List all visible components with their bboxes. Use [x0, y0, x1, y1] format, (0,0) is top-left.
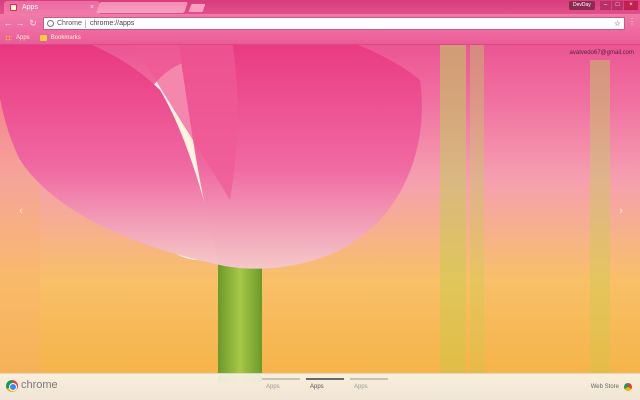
address-bar[interactable]: Chrome chrome://apps ☆	[43, 17, 625, 30]
bookmark-label: Bookmarks	[50, 35, 81, 41]
back-arrow-icon[interactable]: ←	[3, 17, 13, 29]
tab-background[interactable]	[95, 2, 189, 13]
user-email[interactable]: avatvedo67@gmail.com	[570, 50, 634, 56]
chrome-page-icon	[47, 20, 54, 27]
tab-strip: Apps × DevDay – □ ×	[0, 0, 640, 14]
toolbar: ← → ↻ Chrome chrome://apps ☆ ⋮	[0, 14, 640, 32]
chrome-logo-icon	[6, 380, 18, 392]
bookmark-folder[interactable]: Bookmarks	[39, 35, 81, 41]
apps-favicon-icon	[10, 4, 17, 11]
tulip-image	[0, 0, 610, 400]
web-store-link[interactable]: Web Store	[591, 383, 632, 391]
bookmark-apps[interactable]: Apps	[5, 34, 30, 42]
forward-arrow-icon[interactable]: →	[15, 17, 25, 29]
minimize-button[interactable]: –	[600, 1, 611, 10]
page-tab-label: Apps	[354, 384, 368, 390]
profile-button[interactable]: DevDay	[569, 1, 595, 10]
bookmark-star-icon[interactable]: ☆	[614, 19, 621, 28]
bookmarks-bar: Apps Bookmarks	[0, 32, 640, 45]
maximize-button[interactable]: □	[612, 1, 623, 10]
reload-icon[interactable]: ↻	[28, 17, 38, 29]
page-tab-bar	[262, 378, 300, 380]
page-tab[interactable]: Apps	[350, 378, 388, 390]
next-page-arrow-icon[interactable]: ›	[615, 205, 627, 217]
folder-icon	[39, 35, 47, 41]
menu-icon[interactable]: ⋮	[628, 17, 636, 26]
apps-grid-icon	[5, 34, 12, 42]
bookmark-label: Apps	[16, 35, 30, 41]
app-launcher-footer: chrome Apps Apps Apps Web Store	[0, 373, 640, 400]
page-tab[interactable]: Apps	[262, 378, 300, 390]
window-controls: – □ ×	[599, 1, 638, 10]
wallpaper	[0, 0, 640, 400]
omnibox-divider	[84, 19, 86, 28]
page-tab-bar	[350, 378, 388, 380]
tab-apps[interactable]: Apps ×	[4, 1, 100, 14]
web-store-icon	[624, 383, 632, 391]
page-tab-label: Apps	[266, 384, 280, 390]
tab-close-icon[interactable]: ×	[90, 4, 94, 11]
new-tab-button[interactable]	[188, 4, 206, 12]
page-tab-active[interactable]: Apps	[306, 378, 344, 390]
close-window-button[interactable]: ×	[624, 1, 638, 10]
web-store-label: Web Store	[590, 384, 619, 390]
page-tab-bar	[306, 378, 344, 380]
chrome-wordmark: chrome	[21, 379, 58, 391]
page-tab-label: Apps	[310, 384, 324, 390]
page-switcher: Apps Apps Apps	[262, 378, 394, 390]
previous-page-arrow-icon[interactable]: ‹	[15, 205, 27, 217]
browser-window: Apps × DevDay – □ × ← → ↻ Chrome chrome:…	[0, 0, 640, 400]
tab-title: Apps	[22, 4, 38, 11]
omnibox-chip: Chrome	[57, 20, 82, 27]
url-text[interactable]: chrome://apps	[90, 20, 614, 27]
